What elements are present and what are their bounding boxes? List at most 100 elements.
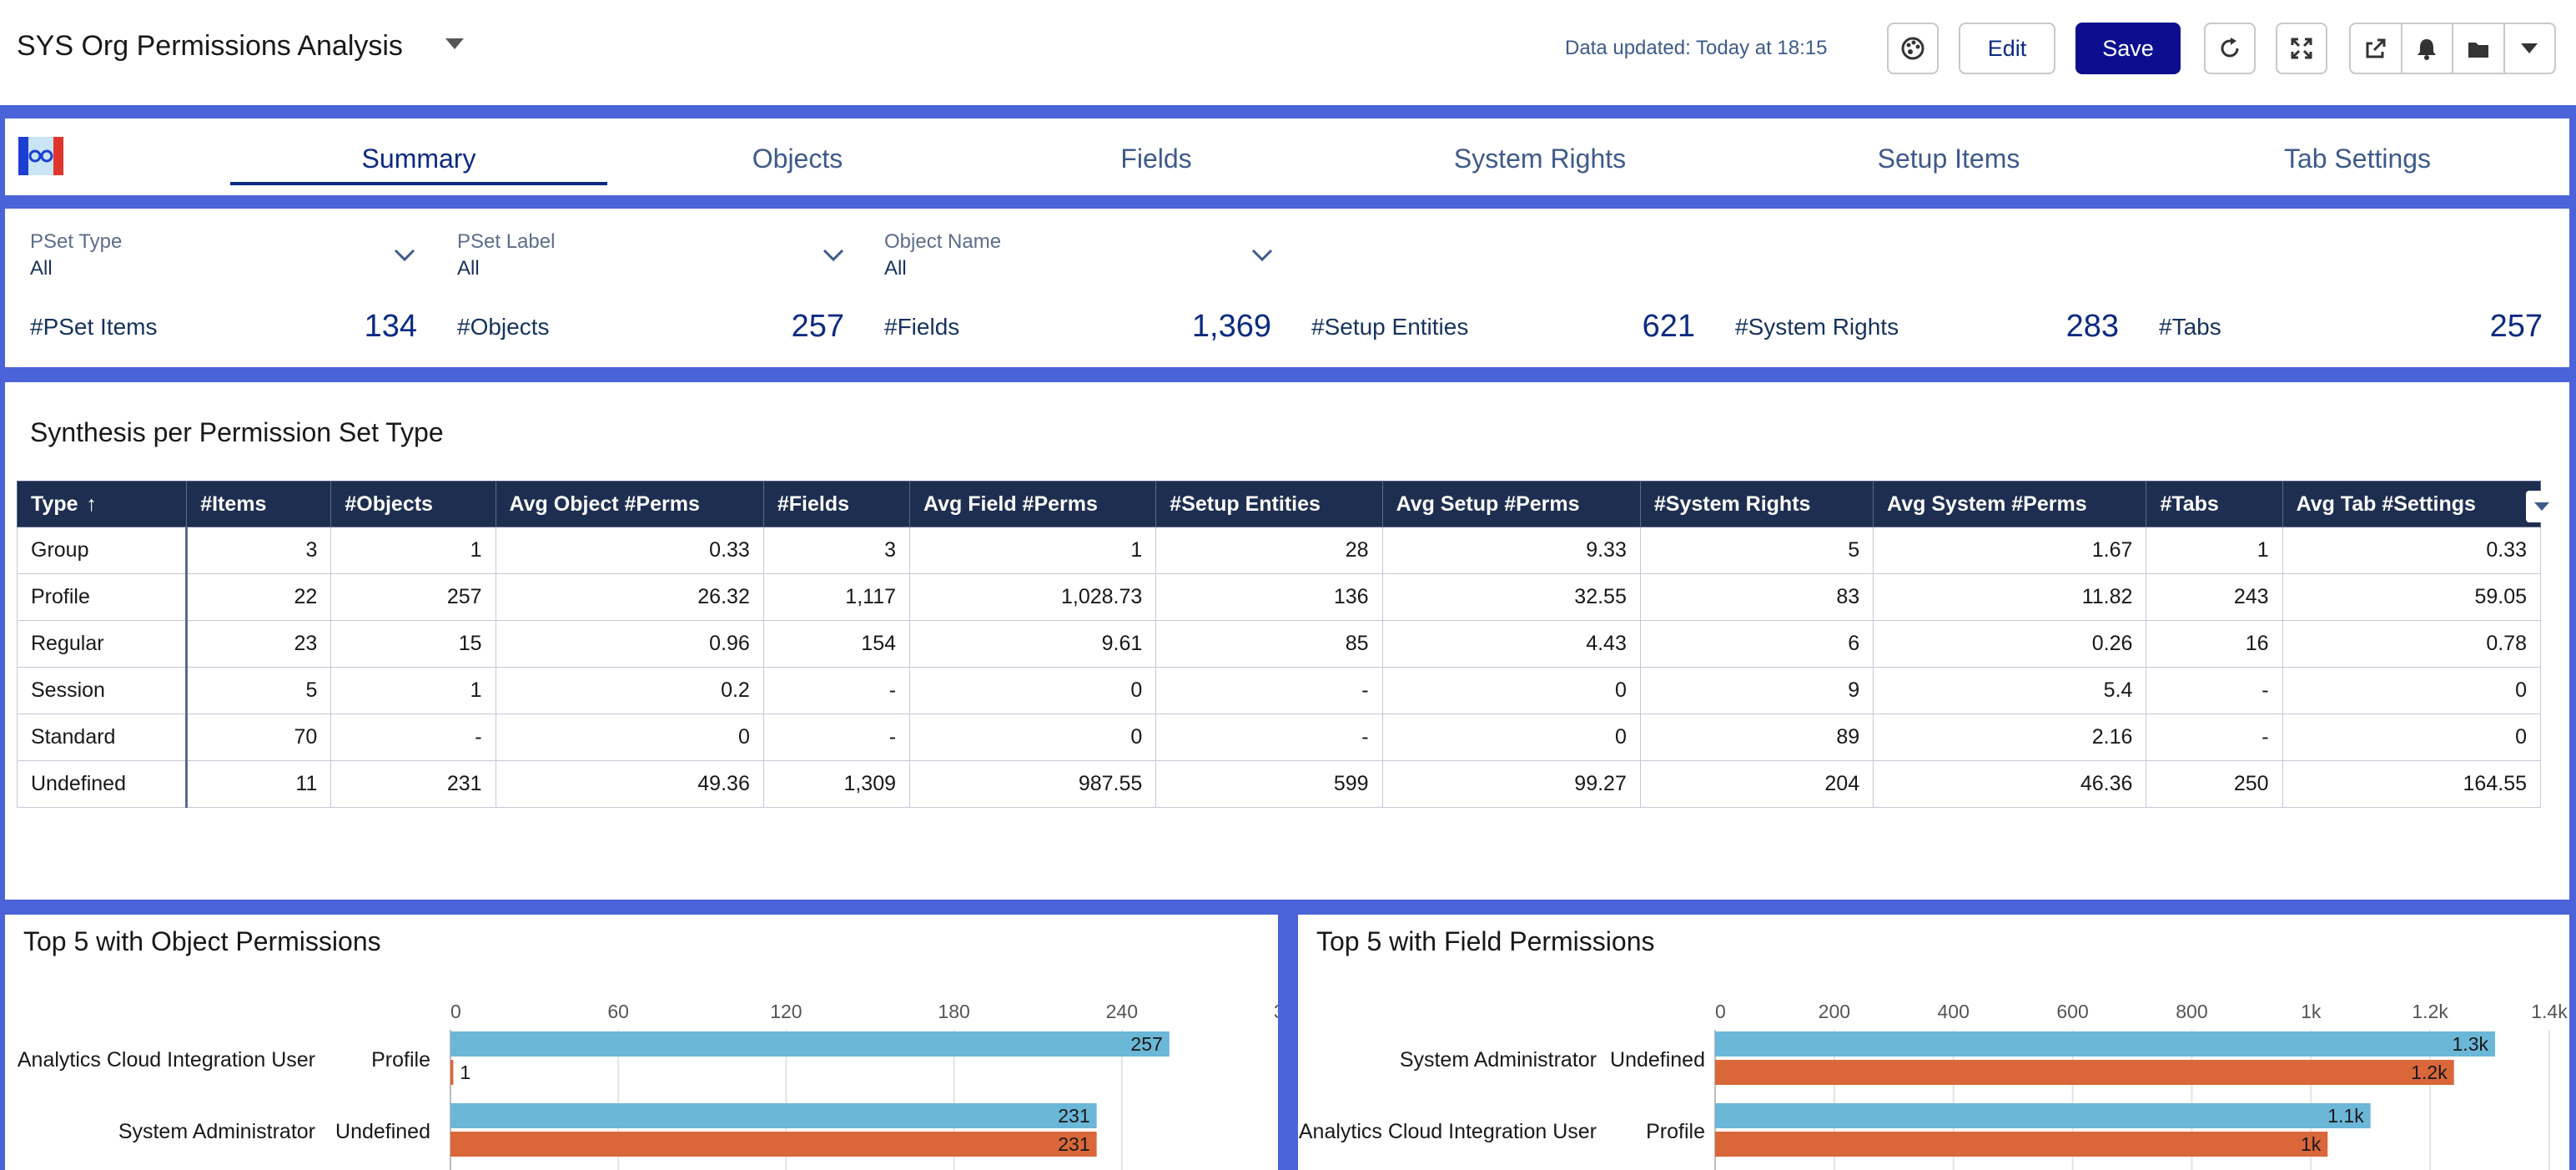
synthesis-table: Type ↑ #Items #Objects Avg Object #Perms … [16,481,2542,808]
axis-tick-label: 0 [1715,1001,1726,1022]
tab-tab-settings[interactable]: Tab Settings [2166,144,2549,174]
axis-tick-label: 600 [2056,1001,2088,1022]
column-menu-button[interactable] [2526,491,2558,522]
column-header[interactable]: #Tabs [2146,481,2283,527]
axis-tick-label: 200 [1819,1001,1850,1022]
tab-fields[interactable]: Fields [964,144,1348,174]
bar[interactable] [1715,1103,2371,1128]
tab-setup-items[interactable]: Setup Items [1757,144,2141,174]
edit-button[interactable]: Edit [1959,23,2055,74]
table-cell: 16 [2146,620,2283,668]
table-row: Standard 70-0-0-0 89 2.16-0 [16,714,2542,761]
sort-ascending-icon: ↑ [86,492,98,516]
bar[interactable] [1715,1132,2328,1157]
table-cell: 49.36 [495,760,764,808]
column-header[interactable]: #Objects [330,481,496,527]
table-cell: - [330,714,496,761]
table-cell: 1 [330,527,496,574]
share-button[interactable] [2351,24,2402,73]
table-cell: 0 [909,714,1157,761]
table-cell: 4.43 [1381,620,1641,668]
notify-button[interactable] [2402,24,2453,73]
table-cell: 5.4 [1873,667,2147,714]
table-cell: 0.33 [495,527,764,574]
axis-tick-label: 400 [1938,1001,1970,1022]
fullscreen-button[interactable] [2276,23,2327,74]
table-cell: 243 [2146,573,2283,621]
column-header-label: Type [31,492,78,516]
table-cell: 1 [330,667,496,714]
bar[interactable] [1715,1031,2495,1057]
table-cell: 987.55 [909,760,1157,808]
bar-value-label: 1.1k [2327,1105,2364,1127]
kpi-label: #PSet Items [30,314,158,340]
refresh-button[interactable] [2204,23,2256,74]
category-type-label: Profile [1646,1120,1705,1143]
folder-icon [2468,43,2488,58]
table-cell: 11 [186,760,332,808]
table-cell: 0.26 [1873,620,2147,668]
column-header[interactable]: Avg Field #Perms [909,481,1157,527]
field-permissions-chart-panel: 0 200 400 600 800 1k 1.2k 1.4k System Administra… [1298,915,2569,1170]
action-button-group [2349,23,2556,74]
kpi-label: #Setup Entities [1311,314,1469,340]
table-cell: 154 [762,620,911,668]
table-cell: - [2146,714,2283,761]
axis-tick-label: 180 [938,1001,969,1022]
kpi-value: 257 [2489,309,2543,344]
title-dropdown-icon[interactable] [444,37,465,52]
bar[interactable] [450,1103,1097,1128]
filter-value: All [884,257,907,280]
save-button[interactable]: Save [2075,23,2181,74]
chevron-down-icon[interactable] [1251,249,1273,262]
bar-value-label: 1k [2301,1133,2322,1155]
table-cell: 70 [186,714,332,761]
column-header[interactable]: Avg System #Perms [1873,481,2147,527]
table-cell: - [2146,667,2283,714]
kpi-label: #Fields [884,314,960,340]
collection-button[interactable] [2453,24,2505,73]
theme-button[interactable] [1887,23,1939,74]
filter-label: PSet Type [30,230,123,253]
table-cell: 136 [1155,573,1383,621]
object-permissions-chart-panel: 0 60 120 180 240 300 Analytics Cloud Integrati… [5,915,1278,1170]
column-header[interactable]: #System Rights [1639,481,1874,527]
bar[interactable] [450,1060,454,1085]
more-actions-button[interactable] [2505,24,2555,73]
filter-panel: PSet Type All PSet Label All Object Name… [5,209,2569,367]
table-row: Regular 23 15 0.96 154 9.61 85 4.43 6 0.26 16 0.78 [16,620,2542,668]
column-header[interactable]: Avg Tab #Settings [2282,481,2542,527]
share-icon [2366,38,2386,58]
table-cell: 89 [1639,714,1874,761]
tab-objects[interactable]: Objects [606,144,989,174]
bar[interactable] [1715,1060,2454,1085]
table-cell: 0 [1381,714,1641,761]
bar[interactable] [450,1031,1170,1057]
table-cell: 5 [1639,527,1874,574]
table-cell: 3 [186,527,332,574]
column-header[interactable]: Type ↑ [16,481,188,527]
chevron-down-icon[interactable] [394,249,415,262]
table-cell: 6 [1639,620,1874,668]
tab-system-rights[interactable]: System Rights [1348,144,1732,174]
column-header[interactable]: #Items [186,481,332,527]
table-cell: 22 [186,573,332,621]
column-header[interactable]: Avg Setup #Perms [1381,481,1641,527]
bar[interactable] [450,1132,1097,1157]
page-title: SYS Org Permissions Analysis [17,30,403,62]
column-header[interactable]: #Fields [762,481,911,527]
tab-summary[interactable]: Summary [227,144,611,174]
table-cell: Regular [16,620,189,668]
column-header[interactable]: #Setup Entities [1155,481,1383,527]
expand-icon [2291,38,2312,59]
category-label: System Administrator [1400,1048,1597,1072]
column-header[interactable]: Avg Object #Perms [495,481,764,527]
chevron-down-icon[interactable] [823,249,844,262]
table-cell: Profile [16,573,189,621]
table-cell: 15 [330,620,496,668]
table-cell: Group [16,527,189,574]
app-header: SYS Org Permissions Analysis Data update… [0,0,2576,105]
table-cell: 83 [1639,573,1874,621]
table-cell: Undefined [16,760,189,808]
refresh-icon [2221,38,2239,58]
